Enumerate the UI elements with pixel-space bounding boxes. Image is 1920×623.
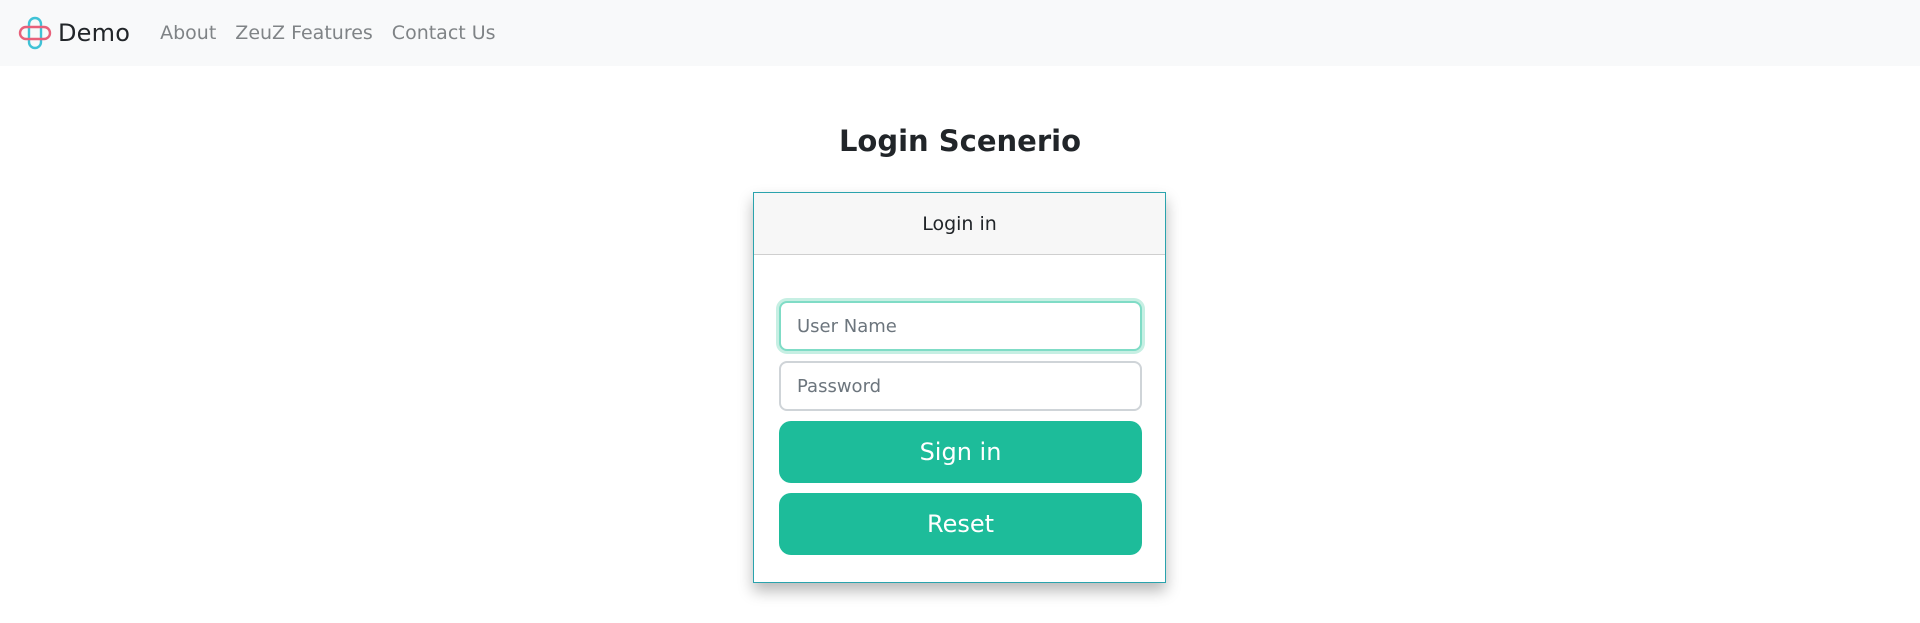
page-title: Login Scenerio (838, 124, 1082, 158)
login-card-header: Login in (754, 193, 1165, 255)
nav-link-contact-us[interactable]: Contact Us (392, 22, 496, 44)
sign-in-button[interactable]: Sign in (779, 421, 1142, 483)
username-input[interactable] (779, 301, 1142, 351)
password-input[interactable] (779, 361, 1142, 411)
nav-link-about[interactable]: About (160, 22, 216, 44)
login-card: Login in Sign in Reset (753, 192, 1166, 583)
brand-logo-icon (18, 16, 52, 50)
nav-links: About ZeuZ Features Contact Us (148, 22, 502, 44)
navbar: Demo About ZeuZ Features Contact Us (0, 0, 1920, 66)
nav-link-zeuz-features[interactable]: ZeuZ Features (235, 22, 373, 44)
brand-link[interactable]: Demo (18, 16, 130, 50)
brand-name: Demo (58, 19, 131, 47)
reset-button[interactable]: Reset (779, 493, 1142, 555)
